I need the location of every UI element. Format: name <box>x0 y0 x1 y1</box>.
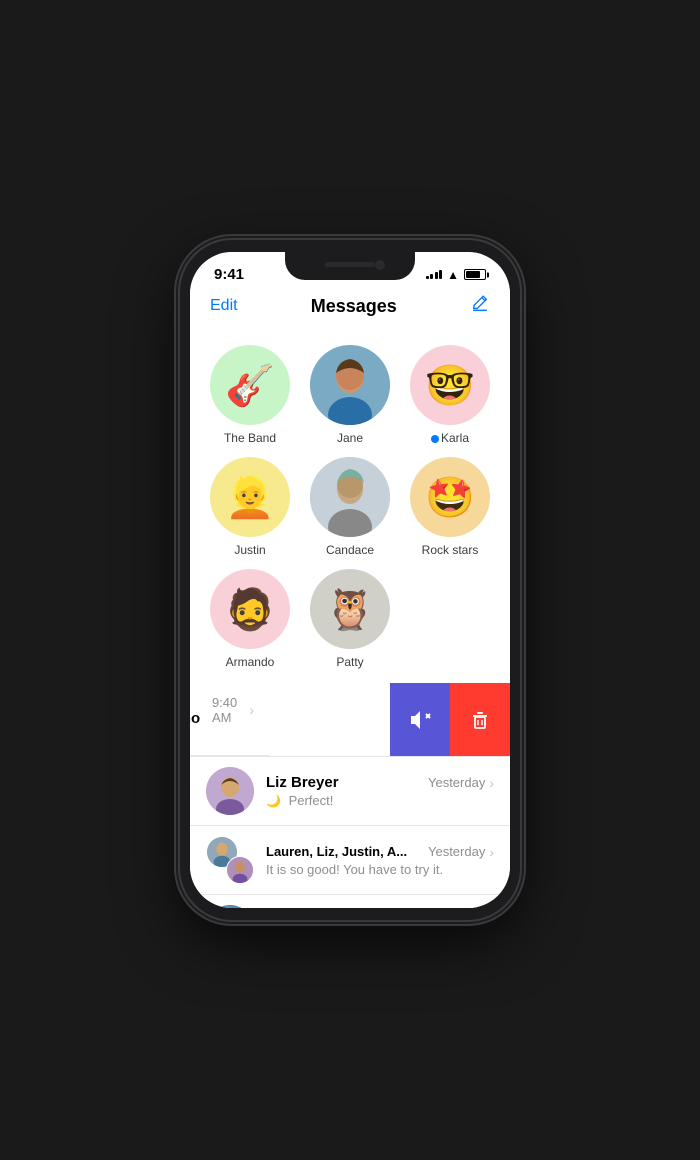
speaker <box>325 262 375 267</box>
msg-preview-group: It is so good! You have to try it. <box>266 862 494 877</box>
avatar-group <box>206 836 254 884</box>
avatar-susan <box>206 905 254 908</box>
msg-content-group: Lauren, Liz, Justin, A... Yesterday › It… <box>266 844 494 877</box>
compose-button[interactable] <box>470 293 490 319</box>
pinned-contact-justin[interactable]: 👱 Justin <box>200 451 300 563</box>
phone-frame: 9:41 ▲ Edit Messages <box>180 240 520 920</box>
status-icons: ▲ <box>426 268 486 282</box>
pinned-avatar-armando: 🧔 <box>210 569 290 649</box>
phone-screen: 9:41 ▲ Edit Messages <box>190 252 510 908</box>
pinned-name-jane: Jane <box>337 431 363 445</box>
message-item-susan-shaw[interactable]: Susan Shaw Yesterday › Glad to hear it ❤… <box>190 895 510 908</box>
mute-icon <box>408 708 432 732</box>
msg-name-liz: Liz Breyer <box>266 774 339 791</box>
page-title: Messages <box>311 296 397 317</box>
delete-action-button[interactable] <box>450 683 510 756</box>
pinned-name-patty: Patty <box>336 655 363 669</box>
message-list: 😊 Lisa Moreno 9:40 AM › 😊 <box>190 683 510 908</box>
pinned-avatar-rock-stars: 🤩 <box>410 457 490 537</box>
msg-time-lisa: 9:40 AM <box>212 695 245 725</box>
swipe-actions-lisa <box>390 683 510 756</box>
swipe-row-lisa: 😊 Lisa Moreno 9:40 AM › 😊 <box>190 683 510 756</box>
message-item-liz-breyer[interactable]: Liz Breyer Yesterday › 🌙 Perfect! <box>190 756 510 826</box>
battery-icon <box>464 269 486 280</box>
pinned-name-justin: Justin <box>234 543 265 557</box>
pinned-avatar-candace <box>310 457 390 537</box>
pinned-avatar-patty: 🦉 <box>310 569 390 649</box>
pinned-name-karla: Karla <box>431 431 469 445</box>
notch <box>285 252 415 280</box>
pinned-contact-rock-stars[interactable]: 🤩 Rock stars <box>400 451 500 563</box>
messages-header: Edit Messages <box>190 289 510 329</box>
pinned-contacts-grid: 🎸 The Band Jane 🤓 <box>190 329 510 683</box>
edit-button[interactable]: Edit <box>210 297 238 315</box>
pinned-contact-jane[interactable]: Jane <box>300 339 400 451</box>
chevron-lisa: › <box>249 702 254 718</box>
message-item-lisa-moreno[interactable]: 😊 Lisa Moreno 9:40 AM › 😊 <box>190 683 270 756</box>
pinned-contact-patty[interactable]: 🦉 Patty <box>300 563 400 675</box>
pinned-contact-armando[interactable]: 🧔 Armando <box>200 563 300 675</box>
status-time: 9:41 <box>214 266 244 283</box>
message-item-group-chat[interactable]: Lauren, Liz, Justin, A... Yesterday › It… <box>190 826 510 895</box>
avatar-liz <box>206 767 254 815</box>
msg-preview-liz: 🌙 Perfect! <box>266 793 494 808</box>
avatar-group-2 <box>226 856 254 884</box>
pinned-name-rock-stars: Rock stars <box>422 543 479 557</box>
pinned-name-the-band: The Band <box>224 431 276 445</box>
trash-icon <box>469 709 491 731</box>
unread-dot-karla <box>431 435 439 443</box>
msg-name-group: Lauren, Liz, Justin, A... <box>266 844 407 859</box>
camera <box>375 260 385 270</box>
pinned-contact-the-band[interactable]: 🎸 The Band <box>200 339 300 451</box>
pinned-contact-karla[interactable]: 🤓 Karla <box>400 339 500 451</box>
msg-content-liz: Liz Breyer Yesterday › 🌙 Perfect! <box>266 774 494 808</box>
pinned-avatar-jane <box>310 345 390 425</box>
pinned-avatar-justin: 👱 <box>210 457 290 537</box>
pinned-name-armando: Armando <box>226 655 275 669</box>
signal-icon <box>426 270 443 279</box>
pinned-name-candace: Candace <box>326 543 374 557</box>
msg-content-lisa: Lisa Moreno 9:40 AM › 😊 <box>190 693 254 745</box>
msg-time-group: Yesterday <box>428 844 485 859</box>
pinned-avatar-the-band: 🎸 <box>210 345 290 425</box>
chevron-group: › <box>489 844 494 860</box>
compose-icon <box>470 293 490 313</box>
pinned-contact-candace[interactable]: Candace <box>300 451 400 563</box>
pinned-avatar-karla: 🤓 <box>410 345 490 425</box>
msg-preview-lisa: 😊 <box>190 729 254 745</box>
moon-icon-liz: 🌙 <box>266 794 281 808</box>
mute-action-button[interactable] <box>390 683 450 756</box>
msg-name-lisa: Lisa Moreno <box>190 693 212 727</box>
chevron-liz: › <box>489 775 494 791</box>
msg-time-liz: Yesterday <box>428 775 485 790</box>
wifi-icon: ▲ <box>447 268 459 282</box>
